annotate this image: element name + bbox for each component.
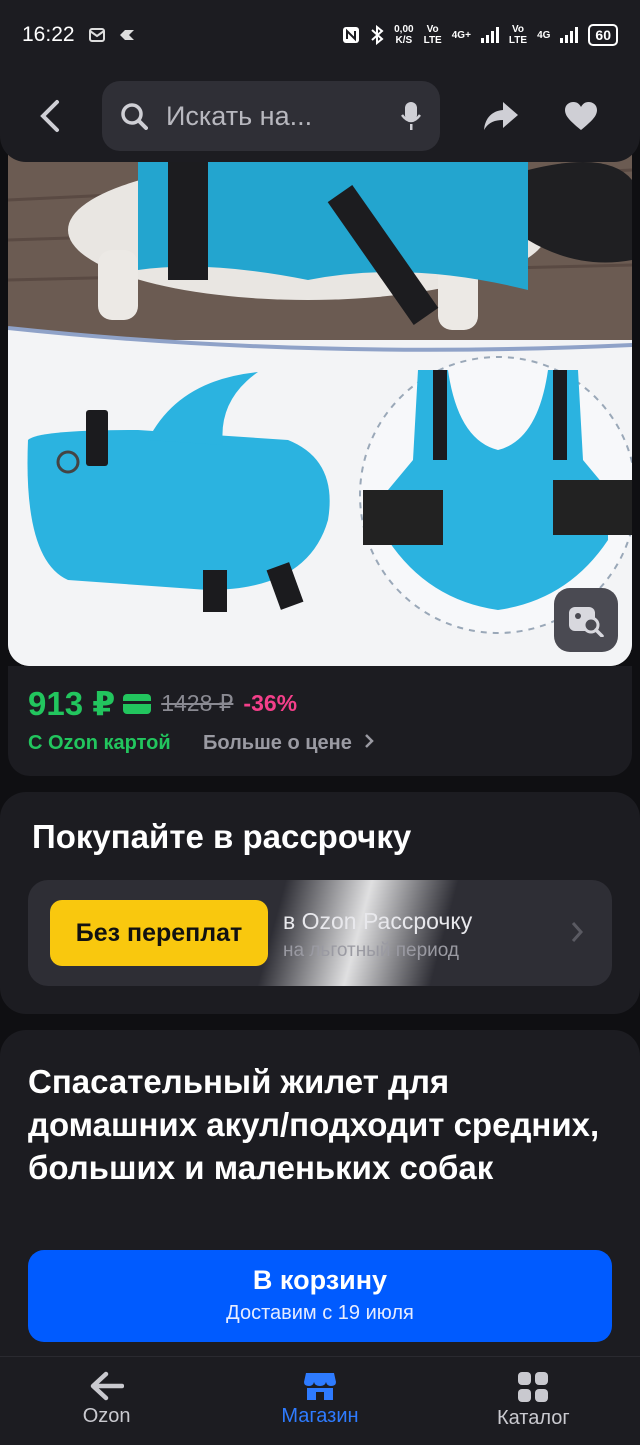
heart-icon	[565, 102, 597, 130]
grid-icon	[518, 1372, 549, 1402]
arrow-left-icon	[90, 1371, 124, 1401]
discount-badge: -36%	[243, 690, 298, 716]
status-time: 16:22	[22, 23, 75, 46]
price-section: 913 ₽ 1428 ₽ -36% С Ozon картой Больше о…	[8, 666, 632, 776]
price-row: 913 ₽ 1428 ₽ -36%	[28, 684, 297, 723]
signal-icon-2	[560, 27, 579, 43]
nfc-icon	[343, 27, 360, 43]
installment-banner[interactable]: Без переплат в Ozon Рассрочку на льготны…	[28, 880, 612, 986]
chevron-right-icon	[365, 734, 375, 748]
microphone-icon	[401, 102, 421, 130]
ozon-card-price-label: С Ozon картой	[28, 732, 171, 754]
nav-item-catalog[interactable]: Каталог	[427, 1357, 640, 1445]
top-navigation-bar: Искать на...	[0, 70, 640, 162]
share-button[interactable]	[476, 91, 526, 141]
more-about-price-link[interactable]: Больше о цене	[203, 732, 375, 755]
back-button[interactable]	[24, 90, 76, 142]
add-to-cart-label: В корзину	[252, 1265, 388, 1295]
mail-notification-icon	[88, 28, 105, 42]
nav-label-store: Магазин	[281, 1405, 359, 1427]
old-price: 1428 ₽	[161, 690, 234, 716]
image-search-icon	[569, 607, 604, 637]
sim2-tech: 4G	[537, 29, 551, 41]
product-title: Спасательный жилет для домашних акул/под…	[28, 1063, 600, 1186]
delivery-date-label: Доставим с 19 июля	[226, 1302, 414, 1324]
product-image[interactable]	[8, 140, 632, 666]
volte-indicator: Vo LTE	[423, 24, 442, 46]
status-bar: 16:22 0,00 K/S Vo LTE 4G+ Vo LTE 4G 60	[0, 0, 640, 70]
battery-icon: 60	[588, 24, 618, 46]
signal-icon	[480, 27, 499, 43]
volte-indicator-2: Vo LTE	[508, 24, 528, 46]
image-search-button[interactable]	[554, 588, 618, 652]
back-arrow-icon	[40, 100, 59, 132]
installment-line2: на льготный период	[283, 940, 460, 961]
add-to-cart-button[interactable]: В корзину Доставим с 19 июля	[28, 1250, 612, 1342]
bottom-navigation: Ozon Магазин Каталог	[0, 1356, 640, 1445]
installment-line1: в Ozon Рассрочку	[283, 908, 473, 934]
net-speed: 0,00 K/S	[394, 24, 414, 46]
search-icon	[121, 103, 148, 130]
notification-icons	[88, 27, 137, 43]
installment-section: Покупайте в рассрочку Без переплат в Ozo…	[0, 792, 640, 1014]
status-indicators: 0,00 K/S Vo LTE 4G+ Vo LTE 4G 60	[342, 24, 618, 46]
search-placeholder: Искать на...	[166, 100, 313, 131]
nav-label-catalog: Каталог	[496, 1407, 570, 1429]
sim1-tech: 4G+	[451, 29, 471, 41]
bluetooth-icon	[371, 25, 384, 45]
nav-item-store[interactable]: Магазин	[213, 1357, 426, 1445]
nav-item-ozon[interactable]: Ozon	[0, 1357, 213, 1445]
ozon-card-icon	[123, 693, 152, 714]
installment-title: Покупайте в рассрочку	[32, 818, 412, 855]
favorite-button[interactable]	[556, 91, 606, 141]
nav-label-ozon: Ozon	[82, 1405, 131, 1427]
no-overpay-badge: Без переплат	[50, 900, 268, 966]
store-icon	[303, 1373, 336, 1400]
share-icon	[484, 102, 518, 130]
chevron-right-icon	[571, 922, 584, 942]
product-photo-illustration	[8, 140, 632, 666]
product-info-section: Спасательный жилет для домашних акул/под…	[0, 1030, 640, 1360]
current-price: 913 ₽	[28, 685, 116, 722]
search-input[interactable]: Искать на...	[102, 81, 440, 151]
app-notification-icon	[119, 30, 134, 40]
